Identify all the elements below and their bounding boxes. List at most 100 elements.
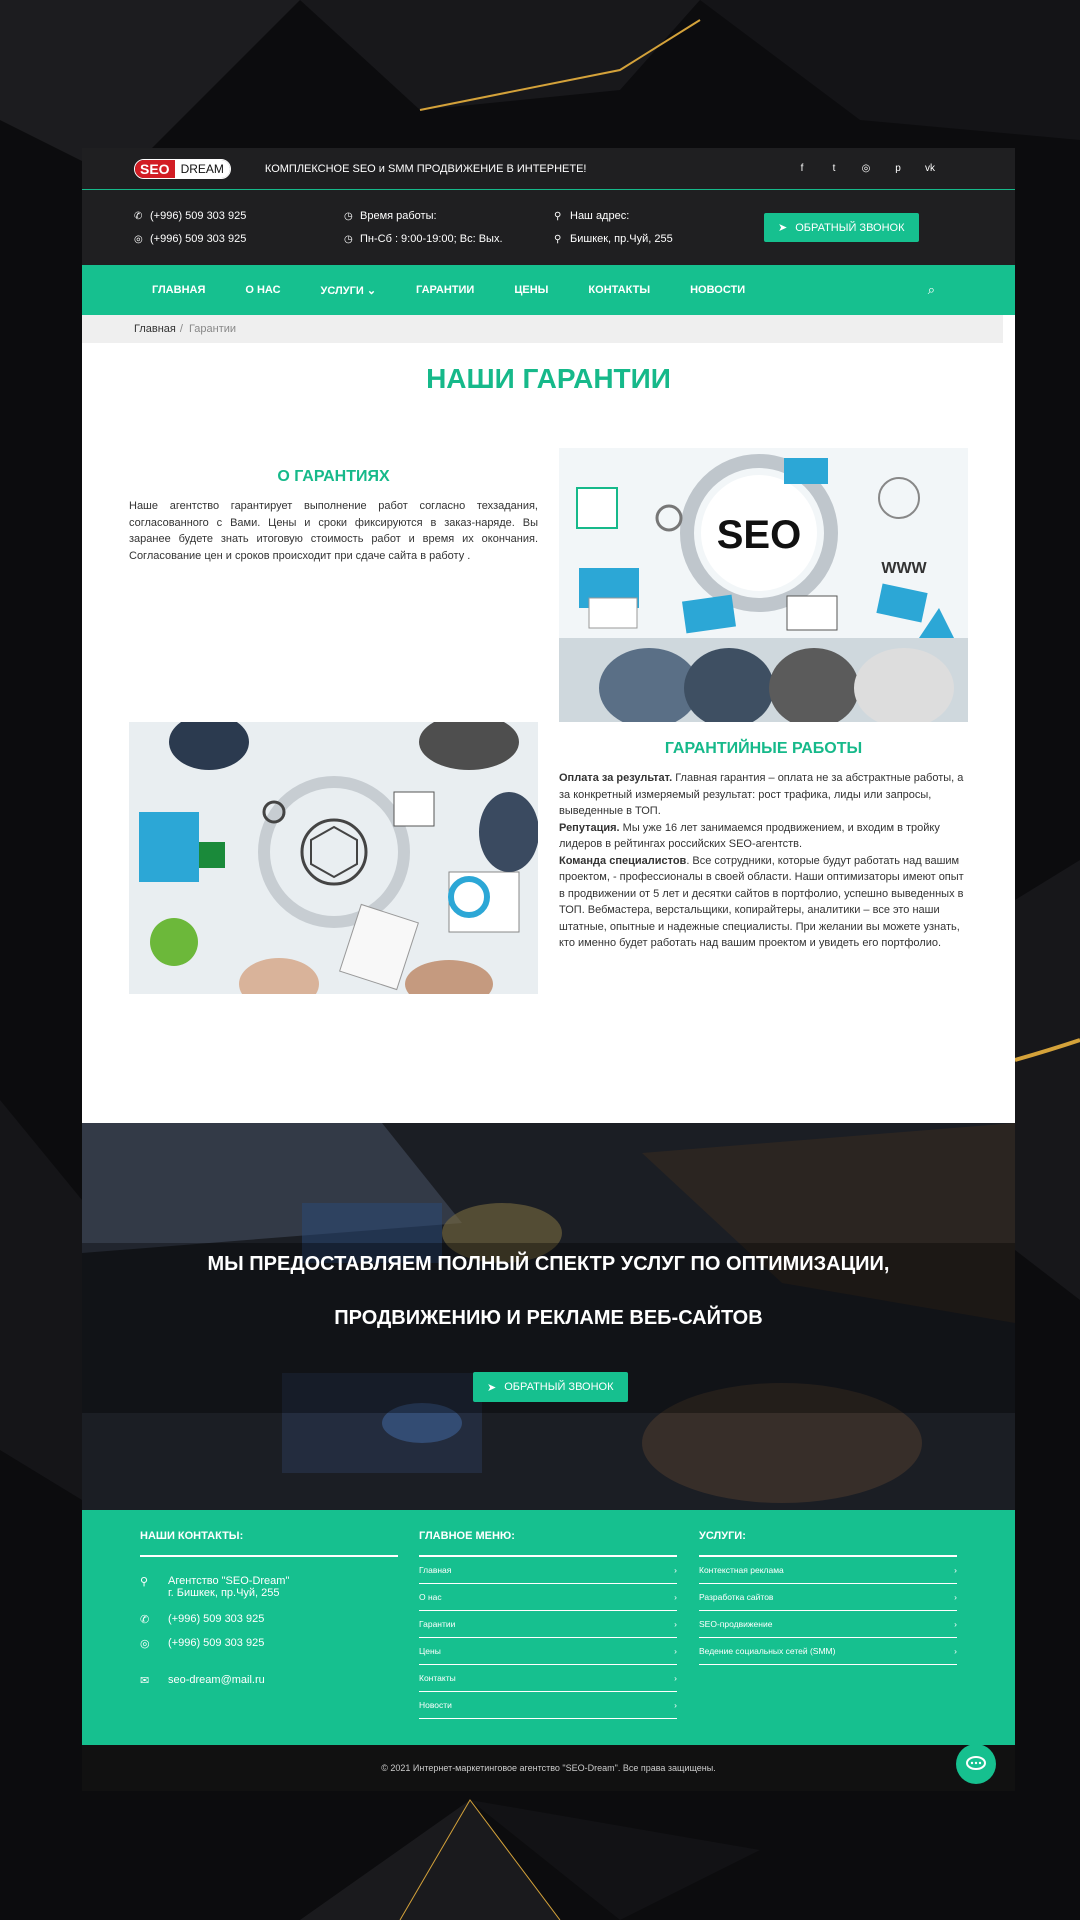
cta-callback-button[interactable]: ➤ ОБРАТНЫЙ ЗВОНОК [473,1372,628,1402]
search-icon[interactable]: ⌕ [928,282,935,298]
page-container: SEO DREAM КОМПЛЕКСНОЕ SEO и SMM ПРОДВИЖЕ… [82,148,1015,1791]
footer-menu-item[interactable]: Цены › [419,1638,677,1665]
logo[interactable]: SEO DREAM [134,158,231,179]
team-heading: Команда специалистов [559,854,687,867]
top-bar: SEO DREAM КОМПЛЕКСНОЕ SEO и SMM ПРОДВИЖЕ… [82,148,1015,190]
main-nav: ГЛАВНАЯ О НАС УСЛУГИ ⌄ ГАРАНТИИ ЦЕНЫ КОН… [82,265,1015,315]
agency-address: г. Бишкек, пр.Чуй, 255 [168,1587,280,1599]
footer-phone-1[interactable]: (+996) 509 303 925 [168,1613,264,1625]
whatsapp-icon: ◎ [134,233,143,245]
nav-services-label: УСЛУГИ [320,284,364,297]
contact-bar: ✆ (+996) 509 303 925 ◎ (+996) 509 303 925 … [82,190,1015,265]
logo-dream: DREAM [174,159,230,178]
chevron-right-icon: › [674,1619,677,1629]
hours-label: Время работы: [360,210,437,222]
footer-menu-item[interactable]: Контакты › [419,1665,677,1692]
paper-plane-icon: ➤ [778,222,788,234]
chevron-down-icon: ⌄ [366,284,377,297]
clock-icon: ◷ [344,233,353,245]
logo-seo: SEO [135,159,175,178]
footer-contacts-title: НАШИ КОНТАКТЫ: [140,1530,398,1557]
chevron-right-icon: › [674,1592,677,1602]
breadcrumb-home[interactable]: Главная [134,323,176,335]
warranty-paragraph-3: Команда специалистов. Все сотрудники, ко… [559,853,968,952]
map-pin-icon: ⚲ [140,1576,149,1588]
footer-services: УСЛУГИ: Контекстная реклама › Разработка … [699,1530,957,1665]
footer-service-item[interactable]: Ведение социальных сетей (SMM) › [699,1638,957,1665]
footer-main-menu: ГЛАВНОЕ МЕНЮ: Главная › О нас › Гарантии › … [419,1530,677,1719]
nav-item-guarantees[interactable]: ГАРАНТИИ [416,284,474,296]
warranty-works: ГАРАНТИЙНЫЕ РАБОТЫ Оплата за результат. … [559,740,968,952]
section-title-about: О ГАРАНТИЯХ [277,468,390,485]
chevron-right-icon: › [674,1700,677,1710]
breadcrumb-separator: / [179,323,183,335]
footer-email[interactable]: seo-dream@mail.ru [168,1674,265,1686]
reputation-heading: Репутация. [559,821,620,834]
chat-bubble-icon [966,1756,986,1770]
nav-item-home[interactable]: ГЛАВНАЯ [152,284,205,296]
address-value: Бишкек, пр.Чуй, 255 [570,233,673,245]
footer-service-item[interactable]: SEO-продвижение › [699,1611,957,1638]
payment-heading: Оплата за результат. [559,772,673,784]
footer-menu-item[interactable]: Гарантии › [419,1611,677,1638]
vk-icon[interactable]: vk [923,163,937,174]
footer-service-item[interactable]: Разработка сайтов › [699,1584,957,1611]
callback-button[interactable]: ➤ ОБРАТНЫЙ ЗВОНОК [764,213,919,242]
footer-menu-item[interactable]: Главная › [419,1557,677,1584]
seo-illustration: SEO WWW [559,448,968,722]
phone-2[interactable]: (+996) 509 303 925 [150,233,246,245]
breadcrumb-current: Гарантии [188,323,237,335]
about-guarantees: О ГАРАНТИЯХ Наше агентство гарантирует в… [129,468,538,564]
www-word: WWW [881,560,927,577]
phone-icon: ✆ [140,1614,150,1626]
whatsapp-icon: ◎ [140,1638,150,1650]
chevron-right-icon: › [954,1565,957,1575]
footer-menu-title: ГЛАВНОЕ МЕНЮ: [419,1530,677,1557]
chevron-right-icon: › [674,1565,677,1575]
instagram-icon[interactable]: ◎ [859,163,873,174]
team-text: . Все сотрудники, которые будут работать… [559,854,964,950]
callback-button-label: ОБРАТНЫЙ ЗВОНОК [795,221,905,234]
phone-icon: ✆ [134,210,143,222]
address-label: Наш адрес: [570,210,630,222]
nav-item-contacts[interactable]: КОНТАКТЫ [588,284,650,296]
breadcrumb: Главная / Гарантии [82,315,1003,343]
footer-phone-2[interactable]: (+996) 509 303 925 [168,1637,264,1649]
cta-title-line-2: ПРОДВИЖЕНИЮ И РЕКЛАМЕ ВЕБ-САЙТОВ [334,1307,763,1329]
map-pin-icon: ⚲ [554,233,562,245]
chevron-right-icon: › [674,1673,677,1683]
paper-plane-icon: ➤ [487,1381,497,1394]
hours-value: Пн-Сб : 9:00-19:00; Вс: Вых. [360,233,503,245]
team-illustration [129,722,538,994]
facebook-icon[interactable]: f [795,163,809,174]
nav-item-services[interactable]: УСЛУГИ ⌄ [321,284,377,297]
pinterest-icon[interactable]: p [891,163,905,174]
cta-banner: МЫ ПРЕДОСТАВЛЯЕМ ПОЛНЫЙ СПЕКТР УСЛУГ ПО … [82,1123,1015,1510]
footer-service-item[interactable]: Контекстная реклама › [699,1557,957,1584]
chat-button[interactable] [956,1744,996,1784]
nav-item-news[interactable]: НОВОСТИ [690,284,745,296]
nav-item-about[interactable]: О НАС [245,284,280,296]
cta-callback-label: ОБРАТНЫЙ ЗВОНОК [504,1381,614,1393]
twitter-icon[interactable]: t [827,163,841,174]
footer: НАШИ КОНТАКТЫ: ⚲ Агентство "SEO-Dream" г… [82,1510,1015,1745]
phone-1[interactable]: (+996) 509 303 925 [150,210,246,222]
chevron-right-icon: › [954,1619,957,1629]
footer-menu-item[interactable]: О нас › [419,1584,677,1611]
footer-menu-item[interactable]: Новости › [419,1692,677,1719]
tagline: КОМПЛЕКСНОЕ SEO и SMM ПРОДВИЖЕНИЕ В ИНТЕ… [264,162,587,175]
section-title-warranty: ГАРАНТИЙНЫЕ РАБОТЫ [664,740,863,757]
footer-services-title: УСЛУГИ: [699,1530,957,1557]
envelope-icon: ✉ [140,1675,150,1687]
chevron-right-icon: › [954,1646,957,1656]
map-pin-icon: ⚲ [554,210,562,222]
agency-name: Агентство "SEO-Dream" [168,1575,290,1587]
phones: ✆ (+996) 509 303 925 ◎ (+996) 509 303 925 [134,205,344,251]
chevron-right-icon: › [954,1592,957,1602]
nav-item-prices[interactable]: ЦЕНЫ [514,284,548,296]
copyright: © 2021 Интернет-маркетинговое агентство … [82,1745,1015,1791]
warranty-paragraph-1: Оплата за результат. Главная гарантия – … [559,770,968,820]
cta-title-line-1: МЫ ПРЕДОСТАВЛЯЕМ ПОЛНЫЙ СПЕКТР УСЛУГ ПО … [207,1253,890,1275]
seo-word: SEO [717,513,801,557]
footer-contacts: НАШИ КОНТАКТЫ: ⚲ Агентство "SEO-Dream" г… [140,1530,398,1687]
